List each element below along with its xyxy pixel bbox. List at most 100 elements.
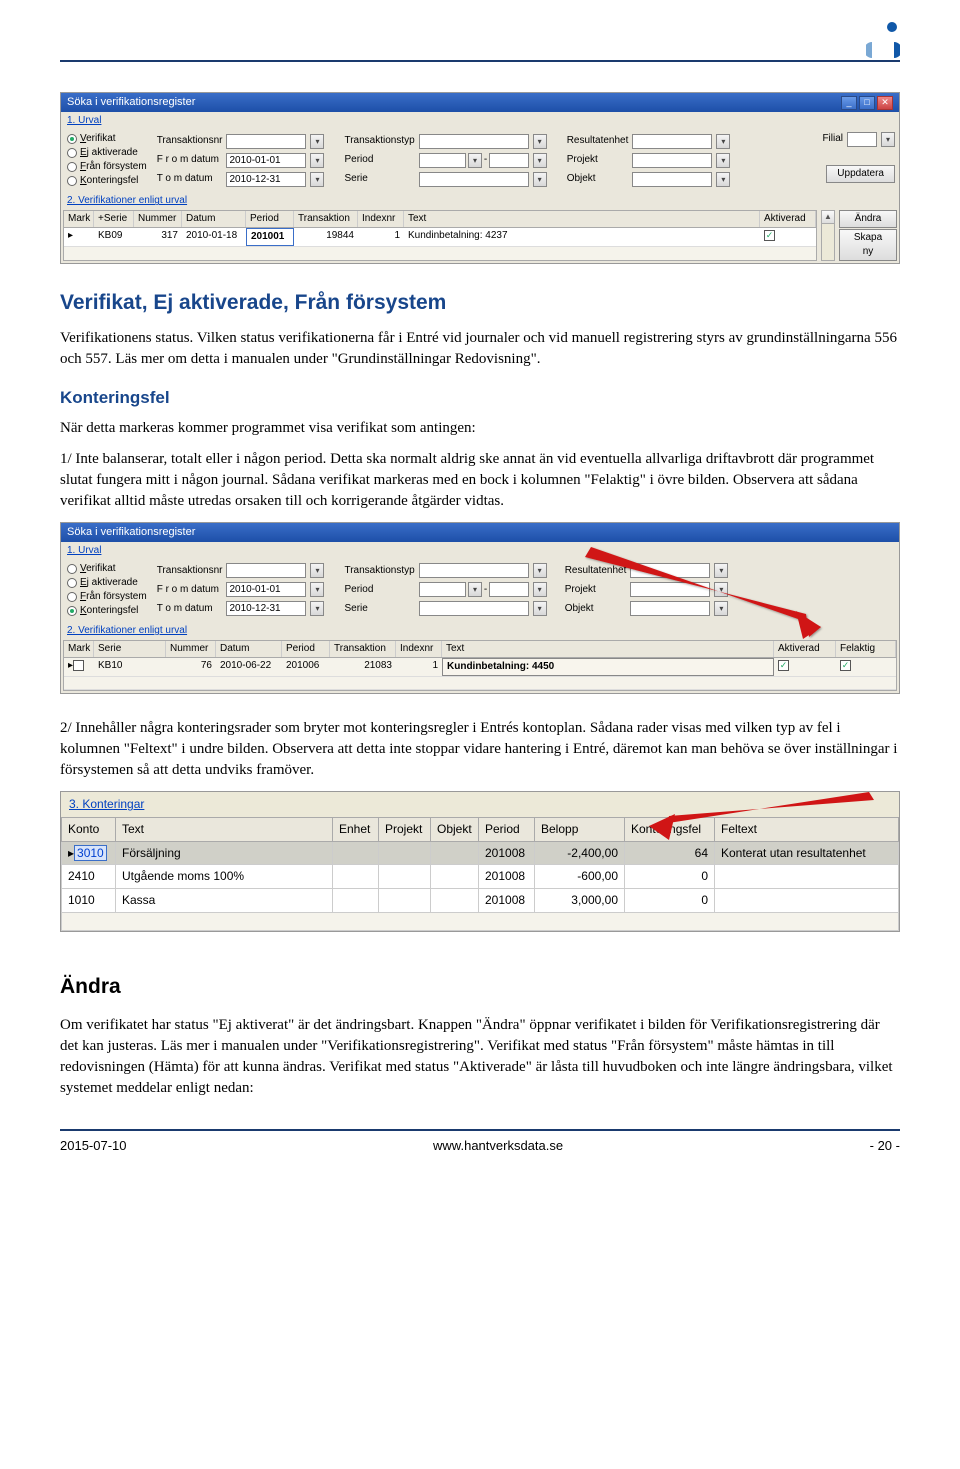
col-indexnr[interactable]: Indexnr <box>358 211 404 227</box>
input-serie[interactable] <box>419 172 529 187</box>
input-period-from[interactable] <box>419 153 466 168</box>
table-row[interactable]: 1010 Kassa 201008 3,000,00 0 <box>62 889 899 913</box>
lookup-icon[interactable]: ▾ <box>716 153 730 168</box>
table-row[interactable]: ▸3010 Försäljning 201008 -2,400,00 64 Ko… <box>62 841 899 865</box>
col-datum[interactable]: Datum <box>216 641 282 657</box>
input-from-datum[interactable]: 2010-01-01 <box>226 582 306 597</box>
input-serie[interactable] <box>419 601 529 616</box>
uppdatera-button[interactable]: Uppdatera <box>826 165 895 183</box>
lookup-icon[interactable]: ▾ <box>716 172 730 187</box>
radio-fran-forsystem[interactable] <box>67 162 77 172</box>
input-transaktionsnr[interactable] <box>226 134 306 149</box>
radio-ej-aktiverade[interactable] <box>67 148 77 158</box>
lookup-icon[interactable]: ▾ <box>468 582 482 597</box>
col-projekt[interactable]: Projekt <box>379 817 431 841</box>
input-from-datum[interactable]: 2010-01-01 <box>226 153 306 168</box>
col-period[interactable]: Period <box>282 641 330 657</box>
col-aktiverad[interactable]: Aktiverad <box>774 641 836 657</box>
lookup-icon[interactable]: ▾ <box>310 134 324 149</box>
col-belopp[interactable]: Belopp <box>535 817 625 841</box>
radio-verifikat[interactable] <box>67 134 77 144</box>
dropdown-icon[interactable]: ▾ <box>533 563 547 578</box>
input-period-to[interactable] <box>489 153 528 168</box>
radio-konteringsfel[interactable] <box>67 606 77 616</box>
col-aktiverad[interactable]: Aktiverad <box>760 211 816 227</box>
table-row[interactable]: ▸ KB09 317 2010-01-18 201001 19844 1 Kun… <box>64 228 816 247</box>
lookup-icon[interactable]: ▾ <box>533 153 547 168</box>
input-objekt[interactable] <box>630 601 710 616</box>
lookup-icon[interactable]: ▾ <box>881 132 895 147</box>
radio-label: Ej aktiverade <box>80 146 138 160</box>
input-resultatenhet[interactable] <box>632 134 712 149</box>
input-tom-datum[interactable]: 2010-12-31 <box>226 601 306 616</box>
col-mark[interactable]: Mark <box>64 211 94 227</box>
close-icon[interactable]: ✕ <box>877 96 893 110</box>
col-enhet[interactable]: Enhet <box>333 817 379 841</box>
lookup-icon[interactable]: ▾ <box>533 582 547 597</box>
col-konto[interactable]: Konto <box>62 817 116 841</box>
col-text[interactable]: Text <box>404 211 760 227</box>
lookup-icon[interactable]: ▾ <box>533 601 547 616</box>
checkbox-mark[interactable] <box>73 660 84 671</box>
col-serie[interactable]: Serie <box>94 641 166 657</box>
col-konteringsfel[interactable]: Konteringsfel <box>625 817 715 841</box>
logo <box>866 20 900 60</box>
col-objekt[interactable]: Objekt <box>431 817 479 841</box>
col-serie[interactable]: +Serie <box>94 211 134 227</box>
col-felaktig[interactable]: Felaktig <box>836 641 896 657</box>
col-datum[interactable]: Datum <box>182 211 246 227</box>
lookup-icon[interactable]: ▾ <box>716 134 730 149</box>
dropdown-icon[interactable]: ▾ <box>533 134 547 149</box>
input-projekt[interactable] <box>630 582 710 597</box>
checkbox-aktiverad[interactable]: ✓ <box>778 660 789 671</box>
andra-button[interactable]: Ändra <box>839 210 897 228</box>
input-period-from[interactable] <box>419 582 466 597</box>
radio-ej-aktiverade[interactable] <box>67 578 77 588</box>
table-row[interactable]: ▸ KB10 76 2010-06-22 201006 21083 1 Kund… <box>64 658 896 677</box>
col-nummer[interactable]: Nummer <box>166 641 216 657</box>
input-transaktionsnr[interactable] <box>226 563 306 578</box>
lookup-icon[interactable]: ▾ <box>310 563 324 578</box>
col-period[interactable]: Period <box>246 211 294 227</box>
col-feltext[interactable]: Feltext <box>715 817 899 841</box>
calendar-icon[interactable]: ▾ <box>310 601 324 616</box>
input-period-to[interactable] <box>489 582 528 597</box>
col-transaktion[interactable]: Transaktion <box>330 641 396 657</box>
col-nummer[interactable]: Nummer <box>134 211 182 227</box>
input-projekt[interactable] <box>632 153 712 168</box>
minimize-icon[interactable]: _ <box>841 96 857 110</box>
lookup-icon[interactable]: ▾ <box>714 601 728 616</box>
lookup-icon[interactable]: ▾ <box>533 172 547 187</box>
calendar-icon[interactable]: ▾ <box>310 153 324 168</box>
col-text[interactable]: Text <box>116 817 333 841</box>
calendar-icon[interactable]: ▾ <box>310 172 324 187</box>
col-indexnr[interactable]: Indexnr <box>396 641 442 657</box>
maximize-icon[interactable]: □ <box>859 96 875 110</box>
lookup-icon[interactable]: ▾ <box>714 582 728 597</box>
label-transaktionstyp: Transaktionstyp <box>344 564 414 578</box>
table-row[interactable]: 2410 Utgående moms 100% 201008 -600,00 0 <box>62 865 899 889</box>
calendar-icon[interactable]: ▾ <box>310 582 324 597</box>
lookup-icon[interactable]: ▾ <box>714 563 728 578</box>
radio-konteringsfel[interactable] <box>67 176 77 186</box>
input-filial[interactable] <box>847 132 877 147</box>
skapa-ny-button[interactable]: Skapa ny <box>839 229 897 261</box>
col-text[interactable]: Text <box>442 641 774 657</box>
radio-verifikat[interactable] <box>67 564 77 574</box>
input-objekt[interactable] <box>632 172 712 187</box>
table-row[interactable] <box>64 677 896 690</box>
label-transaktionsnr: Transaktionsnr <box>157 564 223 578</box>
col-transaktion[interactable]: Transaktion <box>294 211 358 227</box>
checkbox-aktiverad[interactable]: ✓ <box>764 230 775 241</box>
input-transaktionstyp[interactable] <box>419 134 529 149</box>
lookup-icon[interactable]: ▾ <box>468 153 482 168</box>
input-resultatenhet[interactable] <box>630 563 710 578</box>
radio-fran-forsystem[interactable] <box>67 592 77 602</box>
col-mark[interactable]: Mark <box>64 641 94 657</box>
col-period[interactable]: Period <box>479 817 535 841</box>
scrollbar[interactable]: ▲ <box>821 210 835 261</box>
input-transaktionstyp[interactable] <box>419 563 529 578</box>
input-tom-datum[interactable]: 2010-12-31 <box>226 172 306 187</box>
checkbox-felaktig[interactable]: ✓ <box>840 660 851 671</box>
window-title: Söka i verifikationsregister <box>67 525 195 540</box>
